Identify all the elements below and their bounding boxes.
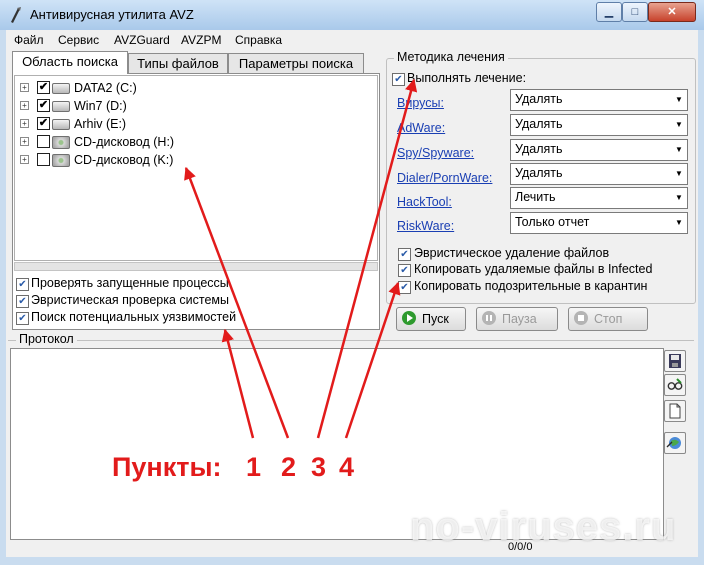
annotation-number-3: 3	[311, 452, 327, 482]
arrow-1	[221, 328, 255, 439]
annotation-label: Пункты:	[112, 452, 222, 482]
arrow-2	[184, 166, 290, 439]
tab-search-area[interactable]: Область поиска	[12, 51, 128, 74]
arrow-3	[316, 78, 418, 439]
annotation-number-4: 4	[339, 452, 355, 482]
annotation-number-1: 1	[246, 452, 262, 482]
annotation-number-2: 2	[281, 452, 297, 482]
